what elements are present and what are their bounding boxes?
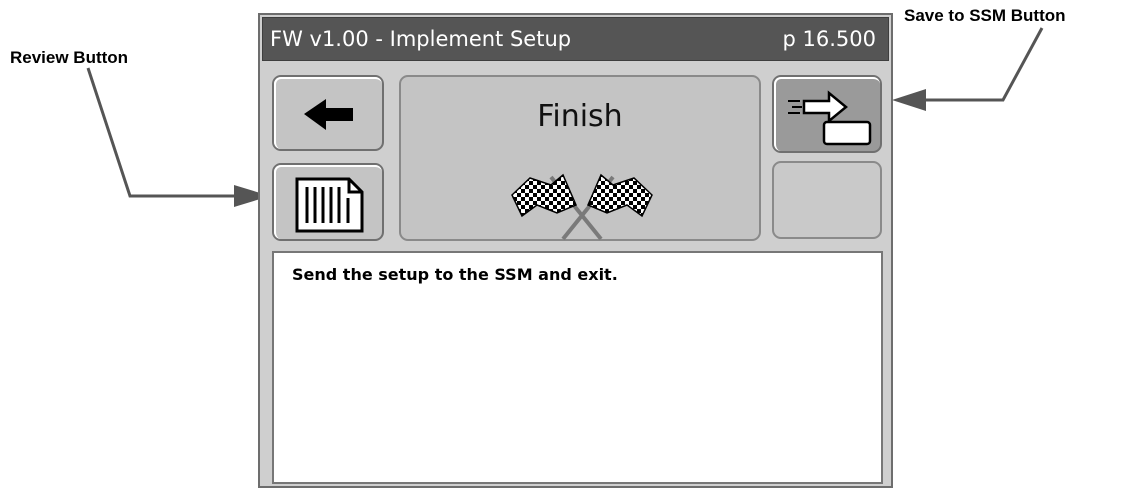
instruction-text: Send the setup to the SSM and exit. — [292, 265, 618, 284]
save-button-callout: Save to SSM Button — [904, 6, 1066, 25]
save-callout-line — [908, 27, 1044, 102]
review-callout-line — [86, 67, 248, 198]
implement-setup-screen: FW v1.00 - Implement Setup p 16.500 Fini… — [258, 13, 893, 488]
save-to-ssm-button[interactable] — [772, 75, 882, 153]
save-callout-arrowhead — [892, 89, 926, 111]
title-bar: FW v1.00 - Implement Setup p 16.500 — [262, 17, 889, 61]
message-area: Send the setup to the SSM and exit. — [272, 251, 883, 484]
review-button-callout: Review Button — [10, 48, 129, 67]
review-button[interactable] — [272, 163, 384, 241]
page-number: p 16.500 — [782, 27, 877, 51]
step-panel: Finish — [399, 75, 761, 241]
back-button[interactable] — [272, 75, 384, 151]
screen-title: FW v1.00 - Implement Setup — [270, 27, 572, 51]
empty-button-slot — [772, 161, 882, 239]
